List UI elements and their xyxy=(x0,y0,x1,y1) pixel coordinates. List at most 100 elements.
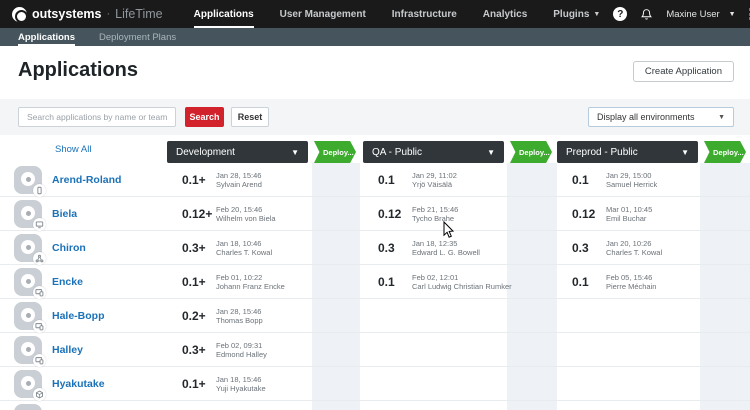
version-cell: 0.2+ Jan 28, 15:46 Thomas Bopp xyxy=(167,299,308,332)
version-cell: 0.1 Jan 29, 15:00 Samuel Herrick xyxy=(557,163,698,196)
env-header-label: Development xyxy=(176,146,235,158)
app-icon-ring xyxy=(21,376,35,390)
app-name-link[interactable]: Hale-Bopp xyxy=(52,310,105,322)
app-icon[interactable] xyxy=(14,268,46,299)
application-row-encke: Encke 0.1+ Feb 01, 10:22 Johann Franz Encke… xyxy=(0,265,750,299)
create-application-button[interactable]: Create Application xyxy=(632,61,734,82)
desktop-badge-icon xyxy=(33,218,46,231)
module-badge-icon xyxy=(33,388,46,401)
version-meta: Feb 21, 15:46 Tycho Brahe xyxy=(412,205,458,223)
version-number: 0.1+ xyxy=(182,376,206,391)
version-meta: Jan 28, 15:46 Sylvain Arend xyxy=(216,171,262,189)
version-meta: Mar 01, 10:45 Emil Buchar xyxy=(606,205,652,223)
version-meta: Jan 18, 10:46 Charles T. Kowal xyxy=(216,239,272,257)
version-author: Emil Buchar xyxy=(606,213,647,223)
app-name-link[interactable]: Encke xyxy=(52,276,83,288)
outsystems-logo[interactable]: outsystems · LifeTime xyxy=(12,0,163,28)
version-date: Feb 05, 15:46 xyxy=(606,272,653,282)
chevron-down-icon: ▼ xyxy=(718,113,725,121)
topnav-item-analytics[interactable]: Analytics xyxy=(470,0,540,28)
version-date: Feb 02, 12:01 xyxy=(412,272,459,282)
search-input[interactable] xyxy=(18,107,176,127)
app-icon[interactable] xyxy=(14,302,46,333)
brand-separator: · xyxy=(106,8,111,20)
version-number: 0.3+ xyxy=(182,240,206,255)
version-number: 0.1 xyxy=(572,172,589,187)
env-header-qa-public[interactable]: QA - Public ▼ xyxy=(363,141,504,163)
version-number: 0.1+ xyxy=(182,172,206,187)
version-number: 0.3+ xyxy=(182,342,206,357)
application-row-hyakutake: Hyakutake 0.1+ Jan 18, 15:46 Yuji Hyakutake xyxy=(0,367,750,401)
chevron-down-icon: ▼ xyxy=(291,147,299,157)
deploy-button-qa-public[interactable]: Deploy... xyxy=(510,141,552,163)
subnav-item-deployment-plans[interactable]: Deployment Plans xyxy=(99,28,176,46)
app-icon-ring xyxy=(21,206,35,220)
app-icon[interactable] xyxy=(14,234,46,265)
version-cell: 0.12 Feb 21, 15:46 Tycho Brahe xyxy=(363,197,504,230)
app-icon[interactable] xyxy=(14,166,46,197)
version-author: Charles T. Kowal xyxy=(216,247,273,257)
version-date: Jan 18, 10:46 xyxy=(216,238,262,248)
env-header-preprod-public[interactable]: Preprod - Public ▼ xyxy=(557,141,698,163)
subnav-item-applications[interactable]: Applications xyxy=(18,28,76,46)
env-header-label: Preprod - Public xyxy=(566,146,638,158)
version-number: 0.12 xyxy=(378,206,402,221)
version-cell: 0.3+ Jan 18, 10:46 Charles T. Kowal xyxy=(167,231,308,264)
version-date: Feb 02, 09:31 xyxy=(216,340,263,350)
user-menu[interactable]: Maxine User ▼ xyxy=(666,9,735,20)
version-meta: Jan 28, 15:46 Thomas Bopp xyxy=(216,307,263,325)
applications-table: Show All Development ▼ Deploy... QA - Publi… xyxy=(0,135,750,410)
version-number: 0.3 xyxy=(378,240,395,255)
application-row-chiron: Chiron 0.3+ Jan 18, 10:46 Charles T. Kowal 0… xyxy=(0,231,750,265)
sub-navbar: Applications Deployment Plans xyxy=(0,28,750,46)
version-author: Thomas Bopp xyxy=(216,315,263,325)
version-date: Jan 29, 15:00 xyxy=(606,170,652,180)
version-date: Jan 20, 10:26 xyxy=(606,238,652,248)
show-all-link[interactable]: Show All xyxy=(55,144,91,155)
app-name-link[interactable]: Arend-Roland xyxy=(52,174,121,186)
topnav-item-infrastructure[interactable]: Infrastructure xyxy=(379,0,470,28)
environment-filter-select[interactable]: Display all environments ▼ xyxy=(588,107,734,127)
topnav-right: ? Maxine User ▼ xyxy=(613,0,750,28)
app-icon[interactable] xyxy=(14,200,46,231)
topnav-item-plugins[interactable]: Plugins ▼ xyxy=(540,0,613,28)
app-name-link[interactable]: Biela xyxy=(52,208,77,220)
app-icon-ring xyxy=(21,342,35,356)
app-icon[interactable] xyxy=(14,336,46,367)
reset-button[interactable]: Reset xyxy=(231,107,269,127)
app-icon-ring xyxy=(21,308,35,322)
version-meta: Jan 18, 15:46 Yuji Hyakutake xyxy=(216,375,266,393)
user-name: Maxine User xyxy=(666,8,720,20)
version-number: 0.2+ xyxy=(182,308,206,323)
notifications-icon[interactable] xyxy=(640,8,653,21)
app-name-link[interactable]: Hyakutake xyxy=(52,378,105,390)
app-name-link[interactable]: Halley xyxy=(52,344,83,356)
version-cell: 0.3 Jan 20, 10:26 Charles T. Kowal xyxy=(557,231,698,264)
version-meta: Jan 29, 11:02 Yrjö Väisälä xyxy=(412,171,457,189)
application-row-hale-bopp: Hale-Bopp 0.2+ Jan 28, 15:46 Thomas Bopp xyxy=(0,299,750,333)
chevron-down-icon: ▼ xyxy=(593,10,601,18)
env-header-development[interactable]: Development ▼ xyxy=(167,141,308,163)
topnav-item-user-management[interactable]: User Management xyxy=(267,0,379,28)
version-meta: Jan 18, 12:35 Edward L. G. Bowell xyxy=(412,239,480,257)
deploy-button-preprod-public[interactable]: Deploy... xyxy=(704,141,746,163)
chevron-down-icon: ▼ xyxy=(728,10,736,18)
version-cell: 0.3 Jan 18, 12:35 Edward L. G. Bowell xyxy=(363,231,504,264)
version-date: Feb 20, 15:46 xyxy=(216,204,263,214)
version-number: 0.1+ xyxy=(182,274,206,289)
app-name-link[interactable]: Chiron xyxy=(52,242,86,254)
app-icon[interactable] xyxy=(14,404,42,410)
search-button[interactable]: Search xyxy=(185,107,224,127)
version-author: Yrjö Väisälä xyxy=(412,179,453,189)
version-cell: 0.3+ Feb 02, 09:31 Edmond Halley xyxy=(167,333,308,366)
help-icon[interactable]: ? xyxy=(613,7,628,21)
chevron-down-icon: ▼ xyxy=(681,147,689,157)
version-cell: 0.1 Feb 05, 15:46 Pierre Méchain xyxy=(557,265,698,298)
topnav-item-applications[interactable]: Applications xyxy=(181,0,267,28)
top-navbar: outsystems · LifeTime Applications User M… xyxy=(0,0,750,28)
version-meta: Feb 02, 09:31 Edmond Halley xyxy=(216,341,267,359)
version-meta: Feb 01, 10:22 Johann Franz Encke xyxy=(216,273,285,291)
deploy-button-development[interactable]: Deploy... xyxy=(314,141,356,163)
version-number: 0.3 xyxy=(572,240,589,255)
app-icon[interactable] xyxy=(14,370,46,401)
